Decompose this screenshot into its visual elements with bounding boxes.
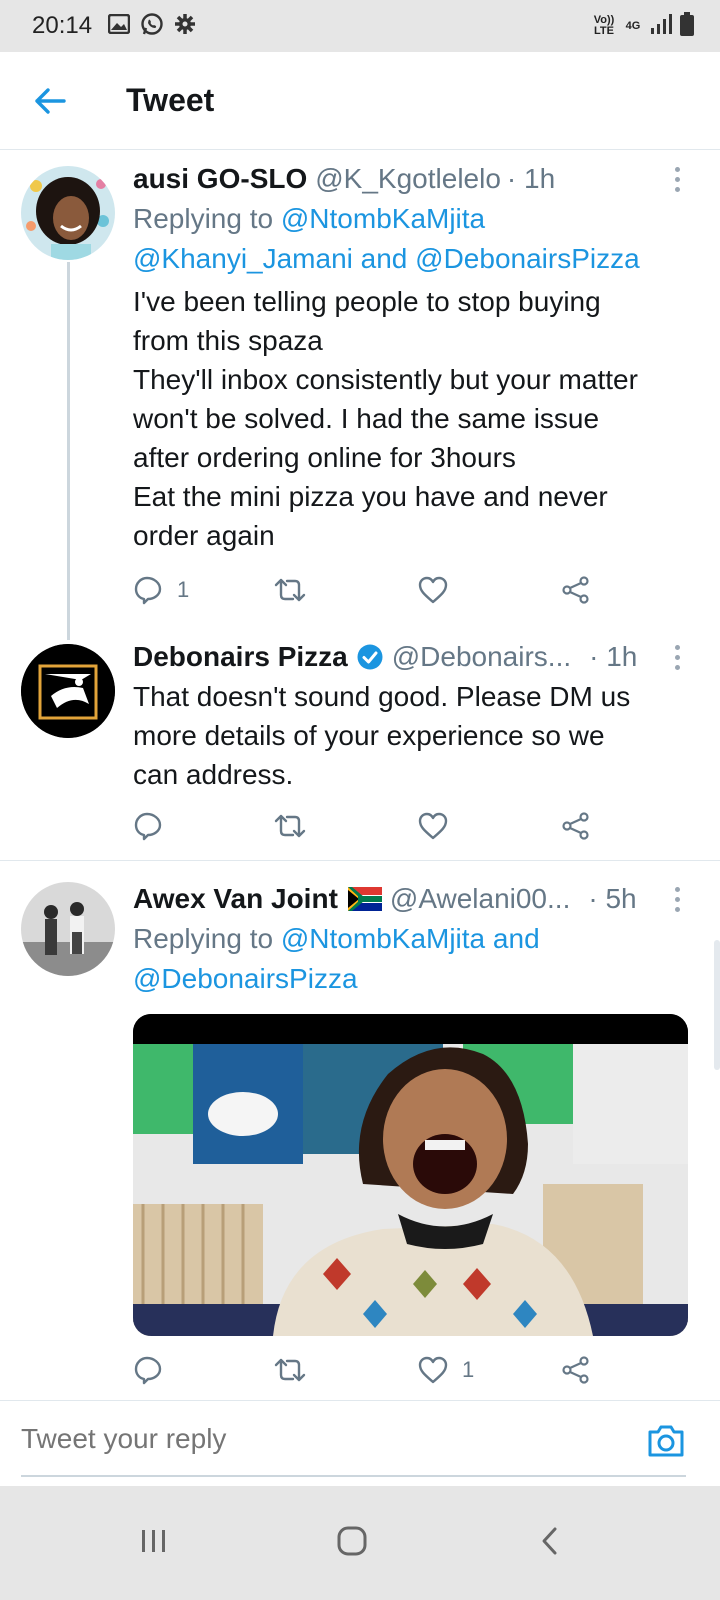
home-icon [337,1526,367,1556]
signal-icon [650,13,672,40]
reply-icon [134,812,162,841]
retweet-button[interactable] [273,806,307,846]
back-button[interactable] [20,71,80,131]
mention-link[interactable]: @NtombKaMjita [281,203,485,234]
avatar[interactable] [21,882,115,976]
back-chevron-icon [542,1527,557,1555]
tweet-content: Awex Van Joint @Awelani00... · 5h Replyi… [133,879,696,999]
replying-to: Replying to @NtombKaMjita and @Debonairs… [133,923,540,994]
network-type-indicator: 4G [625,19,641,32]
share-button[interactable] [561,806,591,846]
share-icon [562,1356,589,1384]
like-button[interactable]: 1 [418,1350,474,1390]
reply-button[interactable] [133,806,177,846]
system-navigation-bar [0,1486,720,1600]
share-button[interactable] [561,570,591,610]
settings-icon [174,13,196,40]
tweet-content: Debonairs Pizza @Debonairs... · 1h That … [133,637,696,794]
retweet-icon [274,1358,306,1382]
tweet-text: That doesn't sound good. Please DM us mo… [133,681,631,790]
retweet-icon [274,814,306,838]
display-name[interactable]: Debonairs Pizza [133,641,348,673]
battery-icon [680,11,694,41]
more-options-button[interactable] [662,163,692,195]
replying-to: Replying to @NtombKaMjita @Khanyi_Jamani… [133,203,640,274]
tweet-time: · 5h [588,883,637,914]
tweet-time: · 1h [506,163,556,194]
user-handle[interactable]: @Awelani00... [390,883,570,915]
recent-apps-button[interactable] [124,1516,184,1566]
page-title: Tweet [126,82,215,118]
retweet-icon [274,578,306,602]
reply-button[interactable] [133,1350,177,1390]
share-icon [562,576,589,604]
mention-link[interactable]: @Khanyi_Jamani [133,243,353,274]
avatar[interactable] [21,166,115,260]
back-nav-button[interactable] [520,1516,580,1566]
tweet-actions [133,806,603,846]
camera-icon [648,1425,684,1457]
more-options-button[interactable] [662,641,692,673]
gallery-icon [107,13,131,39]
heart-icon [418,1356,448,1384]
retweet-button[interactable] [273,1350,307,1390]
tweet-actions: 1 [133,570,603,610]
status-time: 20:14 [32,12,93,39]
tweet-content: ausi GO-SLO @K_Kgotlelelo · 1h Replying … [133,159,696,555]
home-button[interactable] [322,1516,382,1566]
volte-indicator: Vo)) LTE [593,14,615,37]
like-count: 1 [462,1357,475,1382]
back-arrow-icon [35,87,66,114]
reply-composer [0,1400,720,1486]
like-button[interactable] [418,806,448,846]
status-bar: 20:14 Vo)) LTE 4G [0,0,720,52]
reply-button[interactable]: 1 [133,570,189,610]
reply-count: 1 [177,577,190,602]
tweet-divider [0,860,720,861]
camera-button[interactable] [646,1423,686,1463]
reply-input-underline [21,1475,686,1477]
share-icon [562,812,589,840]
tweet-time: · 1h [589,641,638,672]
retweet-button[interactable] [273,570,307,610]
avatar[interactable] [21,644,115,738]
recent-apps-icon [142,1530,165,1552]
tweet-text: I've been telling people to stop buying … [133,286,638,551]
scrollbar[interactable] [714,940,720,1070]
like-button[interactable] [418,570,448,610]
user-handle[interactable]: @Debonairs... [392,641,571,673]
heart-icon [418,576,448,604]
mention-link[interactable]: @DebonairsPizza [415,243,640,274]
tweet-media-image[interactable] [133,1014,688,1336]
share-button[interactable] [561,1350,591,1390]
tweet-actions: 1 [133,1350,603,1390]
display-name[interactable]: Awex Van Joint [133,883,338,915]
mention-link[interactable]: @NtombKaMjita [281,923,485,954]
more-options-button[interactable] [662,883,692,915]
heart-icon [418,812,448,840]
top-app-bar: Tweet [0,52,720,150]
south-africa-flag-icon [347,887,382,911]
mention-link[interactable]: @DebonairsPizza [133,963,358,994]
reply-icon [134,576,162,605]
whatsapp-icon [140,12,164,41]
reply-icon [134,1356,162,1385]
reply-input[interactable] [21,1423,581,1455]
display-name[interactable]: ausi GO-SLO [133,163,307,195]
user-handle[interactable]: @K_Kgotlelelo [315,163,501,195]
verified-badge-icon [356,643,384,671]
thread-connector-line [67,262,70,640]
